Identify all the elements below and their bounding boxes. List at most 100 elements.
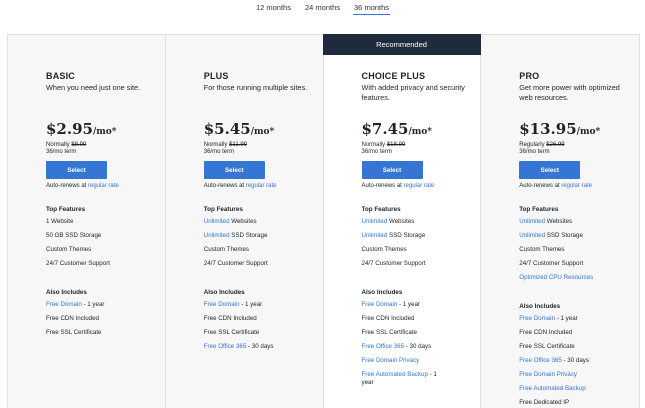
include-text: Free SSL Certificate <box>361 329 417 336</box>
include-link[interactable]: Free Automated Backup <box>362 371 428 378</box>
include-link[interactable]: Free Office 365 <box>362 343 405 350</box>
also-includes-list: Free Domain - 1 year Free CDN Included Fre… <box>46 298 165 340</box>
top-features-list: Unlimited Websites Unlimited SSD Storage C… <box>362 215 481 271</box>
auto-renew-text: Auto-renews at <box>361 183 404 189</box>
include-item: Free Office 365 - 30 days <box>204 340 323 354</box>
term-tab-36-months[interactable]: 36 months <box>353 3 391 15</box>
price-period: /mo* <box>250 127 275 137</box>
term-tab-24-months[interactable]: 24 months <box>304 3 341 15</box>
price-period: /mo* <box>92 127 117 137</box>
include-item: Free SSL Certificate <box>362 326 481 340</box>
also-includes-title: Also Includes <box>203 289 245 296</box>
feature-item: Unlimited SSD Storage <box>519 229 639 243</box>
include-item: Free Domain - 1 year <box>519 312 639 326</box>
include-link[interactable]: Free Domain <box>362 301 398 308</box>
include-text: - 1 year <box>397 301 420 308</box>
include-text: Free CDN Included <box>519 329 573 336</box>
feature-link[interactable]: Unlimited <box>519 232 545 239</box>
normal-price: Regularly $26.99 <box>519 141 639 149</box>
include-item: Free CDN Included <box>362 312 481 326</box>
select-button[interactable]: Select <box>46 161 107 179</box>
top-features-list: 1 Website 50 GB SSD Storage Custom Themes 2… <box>46 215 165 271</box>
include-item: Free Dedicated IP <box>519 396 639 408</box>
plan-price: $2.95/mo* <box>46 120 165 140</box>
top-features-title: Top Features <box>203 206 243 213</box>
plan-card-pro: PRO Get more power with optimized web res… <box>481 35 639 408</box>
include-link[interactable]: Free Office 365 <box>204 343 247 350</box>
feature-text: Websites <box>387 218 415 225</box>
normal-price-label: Regularly <box>519 142 547 148</box>
select-button[interactable]: Select <box>361 161 423 179</box>
select-button[interactable]: Select <box>203 161 265 179</box>
feature-link[interactable]: Unlimited <box>362 218 388 225</box>
top-features-title: Top Features <box>519 206 559 213</box>
include-item: Free CDN Included <box>46 312 165 326</box>
also-includes-list: Free Domain - 1 year Free CDN Included Fre… <box>362 298 481 389</box>
feature-item: Unlimited Websites <box>519 215 639 229</box>
regular-rate-link[interactable]: regular rate <box>404 183 435 189</box>
feature-text: 50 GB SSD Storage <box>46 232 102 239</box>
feature-link[interactable]: Unlimited <box>204 232 230 239</box>
include-item: Free Domain Privacy <box>362 354 481 368</box>
feature-text: SSD Storage <box>229 232 268 239</box>
include-text: - 1 year <box>555 315 578 322</box>
include-link[interactable]: Free Office 365 <box>519 357 562 364</box>
include-text: Free SSL Certificate <box>203 329 260 336</box>
plan-card-choice-plus: Recommended CHOICE PLUS With added privacy… <box>322 34 482 408</box>
feature-text: Custom Themes <box>361 246 407 253</box>
normal-price: Normally $11.99 <box>204 141 323 149</box>
include-link[interactable]: Free Domain <box>204 301 240 308</box>
feature-item: Unlimited Websites <box>204 215 323 229</box>
include-link[interactable]: Free Domain Privacy <box>362 357 420 364</box>
auto-renew-note: Auto-renews at regular rate <box>362 183 481 189</box>
plan-card-plus: PLUS For those running multiple sites. $5.… <box>166 35 324 408</box>
feature-link[interactable]: Unlimited <box>519 218 545 225</box>
feature-item: Unlimited Websites <box>362 215 481 229</box>
feature-item: 1 Website <box>46 215 165 229</box>
include-text: - 30 days <box>246 343 274 350</box>
term-note: 36/mo term <box>519 149 550 155</box>
include-item: Free Automated Backup <box>519 382 639 396</box>
price-amount: $13.95 <box>519 120 577 138</box>
feature-text: 24/7 Customer Support <box>361 260 426 267</box>
include-link[interactable]: Free Automated Backup <box>519 385 585 392</box>
regular-rate-link[interactable]: regular rate <box>561 183 592 189</box>
feature-text: Websites <box>545 218 573 225</box>
regular-rate-link[interactable]: regular rate <box>246 183 277 189</box>
include-item: Free Office 365 - 30 days <box>362 340 481 354</box>
feature-item: Custom Themes <box>204 243 323 257</box>
auto-renew-text: Auto-renews at <box>519 183 562 189</box>
select-button[interactable]: Select <box>519 161 581 179</box>
feature-link[interactable]: Optimized CPU Resources <box>519 274 593 281</box>
feature-item: 24/7 Customer Support <box>204 257 323 271</box>
plan-price: $7.45/mo* <box>362 120 481 140</box>
include-text: - 30 days <box>561 357 589 364</box>
regular-rate-link[interactable]: regular rate <box>88 183 119 189</box>
feature-link[interactable]: Unlimited <box>204 218 230 225</box>
feature-text: 24/7 Customer Support <box>203 260 268 267</box>
feature-item: 50 GB SSD Storage <box>46 229 165 243</box>
also-includes-title: Also Includes <box>519 303 561 310</box>
term-note: 36/mo term <box>361 149 392 155</box>
top-features-title: Top Features <box>361 206 401 213</box>
normal-price-label: Normally <box>46 142 72 148</box>
feature-item: Unlimited SSD Storage <box>204 229 323 243</box>
feature-link[interactable]: Unlimited <box>362 232 388 239</box>
term-tab-12-months[interactable]: 12 months <box>255 3 292 15</box>
include-text: - 1 year <box>81 301 105 308</box>
normal-price-value: $11.99 <box>229 142 247 148</box>
include-text: - 1 year <box>239 301 263 308</box>
feature-item: Optimized CPU Resources <box>519 271 639 285</box>
plan-name: CHOICE PLUS <box>361 71 426 81</box>
feature-item: Custom Themes <box>46 243 165 257</box>
include-text: Free SSL Certificate <box>46 329 102 336</box>
include-link[interactable]: Free Domain Privacy <box>519 371 577 378</box>
feature-item: Custom Themes <box>362 243 481 257</box>
include-text: - 30 days <box>404 343 432 350</box>
feature-text: 24/7 Customer Support <box>519 260 584 267</box>
include-link[interactable]: Free Domain <box>519 315 555 322</box>
include-link[interactable]: Free Domain <box>46 301 82 308</box>
include-item: Free CDN Included <box>519 326 639 340</box>
auto-renew-note: Auto-renews at regular rate <box>204 183 323 189</box>
feature-item: 24/7 Customer Support <box>362 257 481 271</box>
